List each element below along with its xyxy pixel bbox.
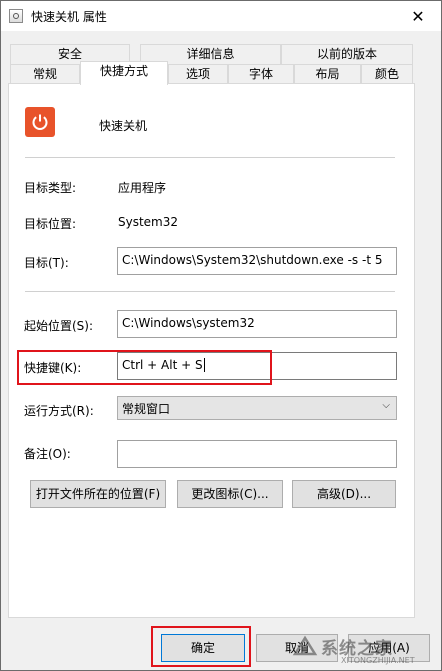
comment-label: 备注(O): <box>24 447 71 461</box>
open-file-location-button[interactable]: 打开文件所在的位置(F) <box>30 480 166 508</box>
title-bar[interactable]: 快速关机 属性 ✕ <box>1 1 441 31</box>
target-field[interactable]: C:\Windows\System32\shutdown.exe -s -t 5 <box>117 247 397 275</box>
window-title: 快速关机 属性 <box>31 10 107 24</box>
start-in-field[interactable]: C:\Windows\system32 <box>117 310 397 338</box>
advanced-button[interactable]: 高级(D)... <box>292 480 396 508</box>
run-mode-select[interactable]: 常规窗口 ⌵ <box>117 396 397 420</box>
cancel-button[interactable]: 取消 <box>256 634 338 662</box>
run-mode-value: 常规窗口 <box>122 402 171 416</box>
shortcut-name: 快速关机 <box>99 119 148 133</box>
chevron-down-icon: ⌵ <box>382 400 390 411</box>
hotkey-field[interactable]: Ctrl + Alt + S <box>117 352 397 380</box>
close-button[interactable]: ✕ <box>395 1 441 31</box>
start-in-label: 起始位置(S): <box>24 319 94 333</box>
divider-top <box>25 157 395 158</box>
divider-middle <box>25 291 395 292</box>
hotkey-value: Ctrl + Alt + S <box>122 358 203 372</box>
shortcut-file-icon <box>9 9 23 23</box>
power-icon <box>25 107 55 137</box>
ok-button[interactable]: 确定 <box>161 634 245 662</box>
properties-window: 快速关机 属性 ✕ 安全 详细信息 以前的版本 常规 快捷方式 选项 字体 布局… <box>0 0 442 671</box>
hotkey-label: 快捷键(K): <box>24 361 82 375</box>
tab-general[interactable]: 常规 <box>10 64 80 84</box>
target-location-label: 目标位置: <box>24 217 77 231</box>
change-icon-button[interactable]: 更改图标(C)... <box>177 480 283 508</box>
text-caret <box>203 358 205 372</box>
comment-field[interactable] <box>117 440 397 468</box>
target-label: 目标(T): <box>24 256 69 270</box>
tab-layout[interactable]: 布局 <box>294 64 361 84</box>
target-type-value: 应用程序 <box>118 181 167 195</box>
tab-options[interactable]: 选项 <box>168 64 228 84</box>
tab-shortcut[interactable]: 快捷方式 <box>80 61 168 85</box>
shortcut-tab-panel <box>8 83 415 618</box>
tab-previous-versions[interactable]: 以前的版本 <box>281 44 413 64</box>
target-location-value: System32 <box>118 215 179 229</box>
run-label: 运行方式(R): <box>24 404 94 418</box>
tab-font[interactable]: 字体 <box>228 64 294 84</box>
target-type-label: 目标类型: <box>24 181 77 195</box>
apply-button[interactable]: 应用(A) <box>348 634 430 662</box>
tab-colors[interactable]: 颜色 <box>361 64 413 84</box>
